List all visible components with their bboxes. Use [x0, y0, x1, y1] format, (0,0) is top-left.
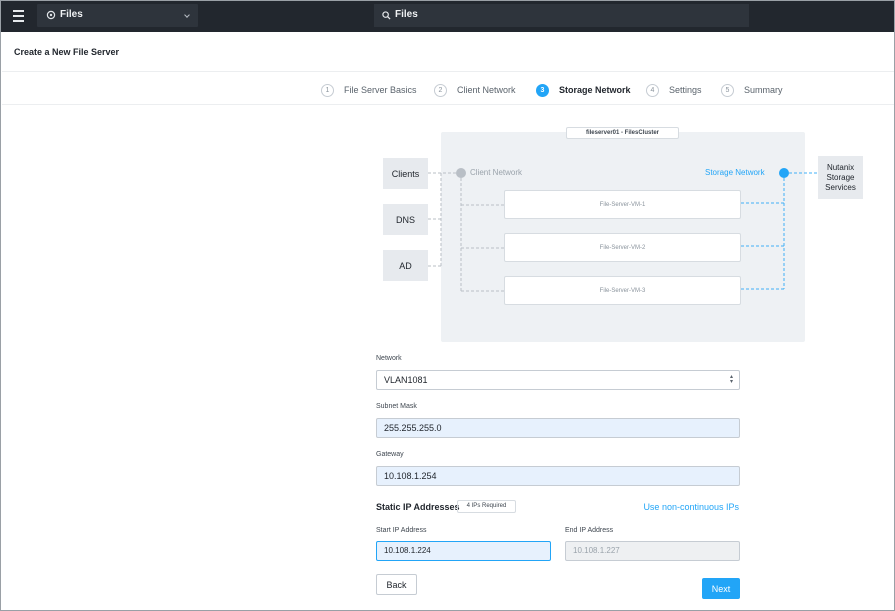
- app-name: Files: [60, 9, 83, 20]
- chevron-down-icon: [184, 12, 190, 18]
- start-ip-input[interactable]: 10.108.1.224: [376, 541, 551, 561]
- top-navigation-bar: Files Files: [1, 1, 894, 32]
- subnet-mask-label: Subnet Mask: [376, 403, 417, 410]
- wizard-step-client-network[interactable]: 2 Client Network: [434, 83, 516, 97]
- page-title: Create a New File Server: [14, 47, 120, 57]
- back-button[interactable]: Back: [376, 574, 417, 595]
- select-arrows-icon: ▴ ▾: [729, 374, 733, 385]
- file-server-vm-box: File-Server-VM-2: [504, 233, 741, 262]
- divider: [2, 104, 894, 105]
- clients-box: Clients: [383, 158, 428, 189]
- dns-box: DNS: [383, 204, 428, 235]
- network-select[interactable]: VLAN1081 ▴ ▾: [376, 370, 740, 390]
- step-label: Summary: [744, 85, 783, 95]
- end-ip-label: End IP Address: [565, 527, 614, 534]
- end-ip-input: 10.108.1.227: [565, 541, 740, 561]
- wizard-step-summary[interactable]: 5 Summary: [721, 83, 783, 97]
- step-number: 5: [721, 83, 734, 97]
- file-server-vm-box: File-Server-VM-1: [504, 190, 741, 219]
- storage-network-node-icon: [779, 168, 789, 178]
- step-number: 4: [646, 83, 659, 97]
- hamburger-menu-icon[interactable]: [6, 4, 30, 28]
- nutanix-storage-services-box: Nutanix Storage Services: [818, 156, 863, 199]
- wizard-step-storage-network[interactable]: 3 Storage Network: [536, 83, 631, 97]
- next-button[interactable]: Next: [702, 578, 740, 599]
- step-label: Client Network: [457, 85, 516, 95]
- client-network-node-icon: [456, 168, 466, 178]
- file-server-vm-box: File-Server-VM-3: [504, 276, 741, 305]
- step-number: 3: [536, 83, 549, 97]
- step-number: 2: [434, 83, 447, 97]
- client-network-label: Client Network: [470, 168, 523, 177]
- divider: [2, 71, 894, 72]
- storage-network-label: Storage Network: [705, 168, 765, 177]
- step-label: Storage Network: [559, 85, 631, 95]
- static-ip-addresses-label: Static IP Addresses: [376, 502, 460, 512]
- step-number: 1: [321, 83, 334, 97]
- cluster-name-badge: fileserver01 - FilesCluster: [566, 127, 679, 139]
- gateway-label: Gateway: [376, 451, 404, 458]
- wizard-step-file-server-basics[interactable]: 1 File Server Basics: [321, 83, 417, 97]
- ips-required-badge: 4 IPs Required: [457, 500, 516, 513]
- wizard-step-settings[interactable]: 4 Settings: [646, 83, 702, 97]
- step-label: Settings: [669, 85, 702, 95]
- app-window: Files Files Create a New File Server 1 F…: [0, 0, 895, 611]
- network-select-value: VLAN1081: [384, 375, 428, 385]
- gateway-input[interactable]: 10.108.1.254: [376, 466, 740, 486]
- ad-box: AD: [383, 250, 428, 281]
- network-label: Network: [376, 355, 402, 362]
- files-app-icon: [46, 10, 56, 20]
- search-icon: [382, 11, 391, 20]
- search-bar[interactable]: Files: [374, 4, 749, 27]
- app-switcher-dropdown[interactable]: Files: [37, 4, 198, 27]
- network-diagram: fileserver01 - FilesCluster Clients DNS …: [361, 126, 866, 346]
- subnet-mask-input[interactable]: 255.255.255.0: [376, 418, 740, 438]
- use-non-continuous-ips-link[interactable]: Use non-continuous IPs: [643, 502, 739, 512]
- step-label: File Server Basics: [344, 85, 417, 95]
- search-input[interactable]: Files: [395, 9, 418, 20]
- start-ip-label: Start IP Address: [376, 527, 427, 534]
